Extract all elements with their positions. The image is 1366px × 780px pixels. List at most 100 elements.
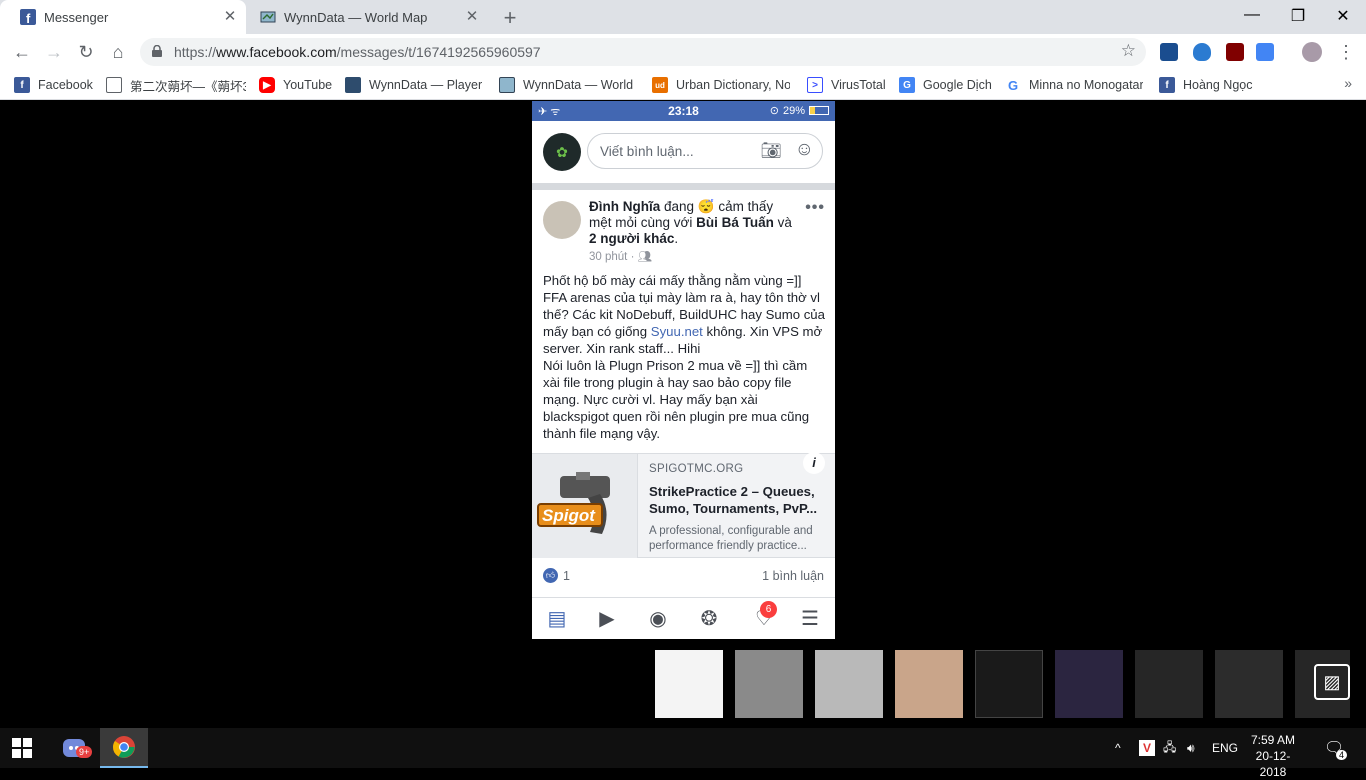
rotation-lock-icon: ⊙ <box>769 105 779 117</box>
comment-composer: ✿ Viết bình luận... 📷︎ ☺ <box>532 121 835 183</box>
thumbnail[interactable] <box>975 650 1043 718</box>
network-icon[interactable]: 🖧︎ <box>1163 728 1176 768</box>
bookmark-hoang-ngoc[interactable]: f Hoàng Ngọc <box>1159 76 1259 94</box>
divider <box>532 183 835 190</box>
address-bar[interactable]: https://www.facebook.com/messages/t/1674… <box>140 38 1146 66</box>
google-translate-extension-icon[interactable] <box>1256 43 1274 61</box>
thumbnail[interactable] <box>1215 650 1283 718</box>
more-bookmarks-icon[interactable]: » <box>1344 75 1352 91</box>
profile-icon[interactable]: ◉ <box>645 606 671 632</box>
extension-j-icon[interactable] <box>1160 43 1178 61</box>
chrome-taskbar-icon[interactable] <box>100 728 148 768</box>
facebook-icon: f <box>20 9 36 25</box>
wynndata-icon <box>260 9 276 25</box>
others-link[interactable]: 2 người khác <box>589 231 674 246</box>
news-feed-icon[interactable]: ▤ <box>544 606 570 632</box>
thumbnail[interactable] <box>1055 650 1123 718</box>
new-tab-button[interactable]: + <box>498 5 522 31</box>
reload-button[interactable]: ↻ <box>74 40 98 64</box>
profile-avatar[interactable] <box>1302 42 1322 62</box>
bookmark-wynndata-world[interactable]: WynnData — World I <box>499 76 633 94</box>
virustotal-icon: > <box>807 77 823 93</box>
facebook-icon: f <box>14 77 30 93</box>
post-meta: 30 phút · 👥︎ <box>589 249 652 263</box>
wynndata-icon <box>345 77 361 93</box>
url-text: https://www.facebook.com/messages/t/1674… <box>174 44 541 60</box>
bookmark-honkai[interactable]: 第二次蒴坏—《蒴坏3》 <box>106 76 246 94</box>
notification-count: 4 <box>1336 750 1348 760</box>
minimize-button[interactable]: — <box>1229 6 1275 24</box>
phone-screenshot: ✈ ᯤ 23:18 ⊙ 29% ✿ Viết bình luận... 📷︎ ☺… <box>532 101 835 639</box>
phone-status-bar: ✈ ᯤ 23:18 ⊙ 29% <box>532 101 835 121</box>
and-text: và <box>773 215 792 230</box>
groups-icon[interactable]: ❂ <box>696 606 722 632</box>
clock[interactable]: 7:59 AM 20-12-2018 <box>1243 732 1303 780</box>
tab-messenger[interactable]: f Messenger ✕ <box>0 0 246 34</box>
link-title: StrikePractice 2 – Queues, Sumo, Tournam… <box>649 484 818 516</box>
like-count[interactable]: 1 <box>563 569 570 583</box>
post-header-text: Đình Nghĩa đang 😴 cảm thấy mệt mỏi cùng … <box>589 199 799 247</box>
bookmark-star-icon[interactable]: ☆ <box>1121 41 1136 61</box>
tab-strip: f Messenger ✕ WynnData — World Map ✕ + —… <box>0 0 1366 34</box>
google-icon: G <box>1005 77 1021 93</box>
author-avatar[interactable] <box>543 201 581 239</box>
youtube-icon: ▶ <box>259 77 275 93</box>
bookmark-facebook[interactable]: f Facebook <box>14 76 114 94</box>
tab-title: WynnData — World Map <box>284 9 428 25</box>
tab-title: Messenger <box>44 9 109 25</box>
battery-icon <box>809 106 829 115</box>
more-options-icon[interactable]: ••• <box>805 199 825 217</box>
home-button[interactable]: ⌂ <box>106 40 130 64</box>
thumbnail[interactable] <box>1135 650 1203 718</box>
tagged-user[interactable]: Bùi Bá Tuấn <box>696 215 774 230</box>
thumbnail[interactable] <box>895 650 963 718</box>
ublock-icon[interactable] <box>1226 43 1244 61</box>
menu-icon[interactable]: ⋮ <box>1334 40 1358 64</box>
facebook-icon: f <box>1159 77 1175 93</box>
like-icon: 👍︎ <box>543 568 558 583</box>
forward-button[interactable]: → <box>42 40 66 64</box>
close-tab-icon[interactable]: ✕ <box>222 9 238 25</box>
bookmark-wynndata-player[interactable]: WynnData — Player / <box>345 76 483 94</box>
battery-percent: 29% <box>782 104 805 117</box>
bookmark-google-translate[interactable]: G Google Dịch <box>899 76 995 94</box>
bookmark-minna[interactable]: G Minna no Monogatar <box>1005 76 1143 94</box>
post-link[interactable]: Syuu.net <box>651 324 703 339</box>
bookmark-virustotal[interactable]: > VirusTotal <box>807 76 887 94</box>
bookmark-youtube[interactable]: ▶ YouTube <box>259 76 339 94</box>
comment-count[interactable]: 1 bình luận <box>762 569 824 583</box>
thumbnail[interactable] <box>655 650 723 718</box>
language-indicator[interactable]: ENG <box>1212 728 1238 768</box>
action-center-icon[interactable]: 🗨︎ 4 <box>1324 728 1348 768</box>
bookmark-urban-dictionary[interactable]: ud Urban Dictionary, No <box>652 76 790 94</box>
link-preview-card[interactable]: Spigot SPIGOTMC.ORG StrikePractice 2 – Q… <box>532 452 835 558</box>
facebook-bottom-nav: ▤ ▶ ◉ ❂ ♡ 6 ☰ <box>532 597 835 639</box>
reaction-bar: 👍︎ 1 1 bình luận <box>532 567 835 587</box>
comment-input[interactable]: Viết bình luận... 📷︎ ☺ <box>587 133 823 169</box>
post-time[interactable]: 30 phút <box>589 251 627 263</box>
image-gallery-icon[interactable]: ▨ <box>1314 664 1350 700</box>
close-window-button[interactable]: ✕ <box>1320 6 1366 26</box>
vivaldi-tray-icon[interactable]: V <box>1139 728 1155 768</box>
shield-extension-icon[interactable] <box>1193 43 1211 61</box>
show-hidden-icons[interactable]: ^ <box>1115 728 1131 768</box>
thumbnail[interactable] <box>815 650 883 718</box>
watch-video-icon[interactable]: ▶ <box>594 606 620 632</box>
emoji-icon[interactable]: ☺ <box>795 139 814 161</box>
thumbnail[interactable] <box>735 650 803 718</box>
wynndata-icon <box>499 77 515 93</box>
link-domain: SPIGOTMC.ORG <box>649 463 744 475</box>
close-tab-icon[interactable]: ✕ <box>464 9 480 25</box>
camera-icon[interactable]: 📷︎ <box>760 141 782 161</box>
restore-button[interactable]: ❐ <box>1275 6 1321 26</box>
tab-wynndata[interactable]: WynnData — World Map ✕ <box>240 0 488 34</box>
author-name[interactable]: Đình Nghĩa <box>589 199 660 214</box>
windows-start-icon[interactable] <box>12 738 32 758</box>
friends-audience-icon: 👥︎ <box>637 251 653 263</box>
sleepy-emoji-icon: 😴 <box>697 199 715 214</box>
back-button[interactable]: ← <box>10 40 34 64</box>
discord-taskbar-icon[interactable]: 9+ <box>52 728 100 768</box>
info-icon[interactable]: i <box>803 452 825 474</box>
volume-icon[interactable]: 🔊︎ <box>1187 728 1195 768</box>
menu-icon[interactable]: ☰ <box>797 606 823 632</box>
